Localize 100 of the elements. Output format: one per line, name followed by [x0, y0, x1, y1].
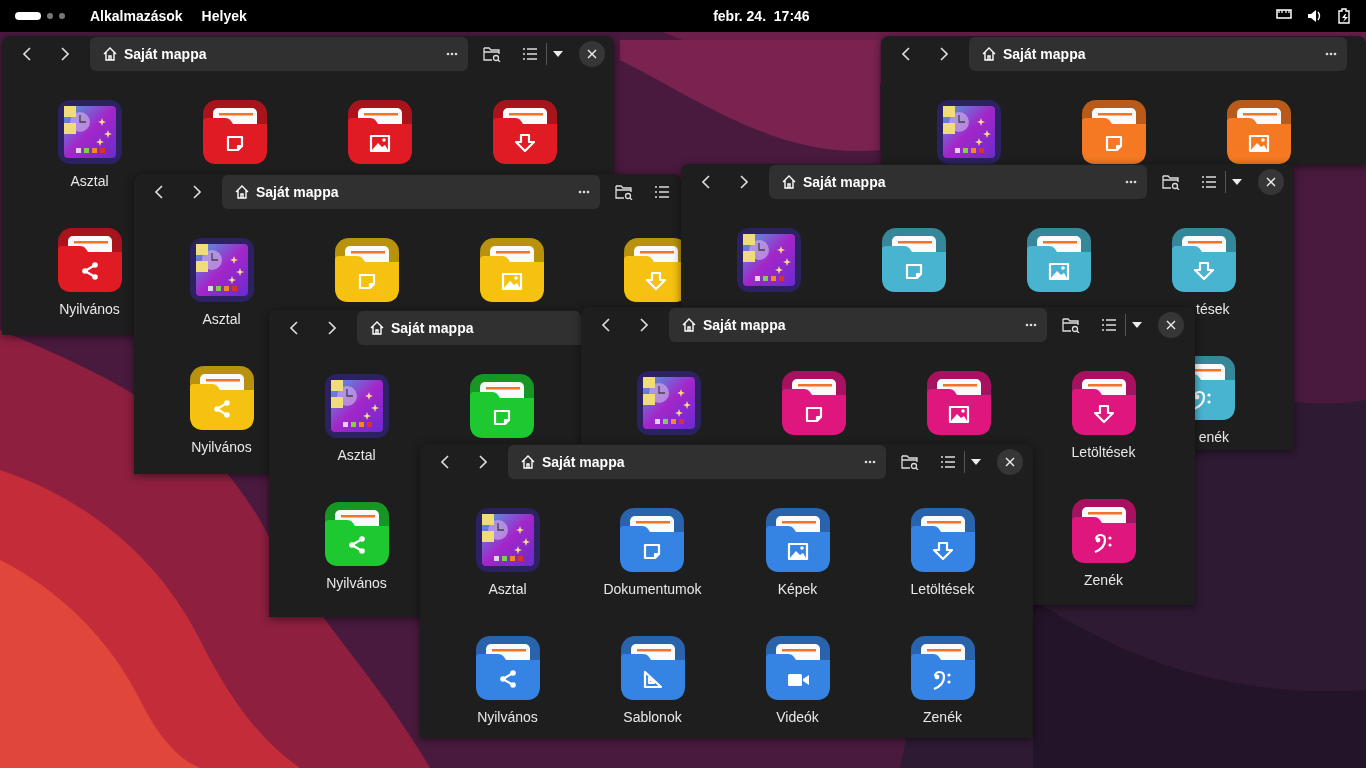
path-bar[interactable]: Saját mappa: [90, 37, 468, 71]
folder-item[interactable]: Nyilvános: [57, 228, 122, 319]
forward-icon: [479, 455, 487, 469]
back-icon: [23, 47, 31, 61]
document-folder-icon: [620, 508, 685, 572]
document-folder-icon: [334, 238, 399, 302]
camera-folder-icon: [765, 636, 830, 700]
path-bar[interactable]: Saját mappa: [969, 37, 1347, 71]
folder-item[interactable]: [1226, 100, 1291, 164]
folder-item[interactable]: Asztal: [189, 238, 254, 329]
folder-item[interactable]: [334, 238, 399, 302]
battery-icon[interactable]: [1338, 8, 1350, 24]
folder-item[interactable]: Dokumentumok: [603, 508, 702, 599]
top-menu[interactable]: Helyek: [201, 6, 247, 26]
download-folder-icon: [1171, 228, 1236, 292]
back-icon: [441, 455, 449, 469]
folder-item[interactable]: [479, 238, 544, 302]
back-icon: [602, 318, 610, 332]
back-icon: [702, 175, 710, 189]
back-icon: [902, 47, 910, 61]
forward-icon: [328, 321, 336, 335]
desktop-icon: [475, 508, 540, 572]
close-button[interactable]: [1258, 169, 1284, 195]
document-folder-icon: [469, 374, 534, 438]
path-bar[interactable]: Saját mappa: [669, 308, 1047, 342]
path-bar[interactable]: Saját mappa: [222, 175, 600, 209]
home-icon: [781, 174, 797, 190]
folder-item[interactable]: [1081, 100, 1146, 164]
close-icon: [1266, 177, 1276, 187]
folder-item[interactable]: [881, 228, 946, 292]
folder-item[interactable]: Videók: [765, 636, 830, 727]
download-folder-icon: [1071, 371, 1136, 435]
back-icon: [155, 185, 163, 199]
clock[interactable]: febr. 24. 17:46: [713, 6, 810, 26]
close-button[interactable]: [997, 449, 1023, 475]
close-icon: [1005, 457, 1015, 467]
folder-item[interactable]: [936, 100, 1001, 164]
document-folder-icon: [1081, 100, 1146, 164]
image-folder-icon: [765, 508, 830, 572]
desktop-icon: [736, 228, 801, 292]
folder-item[interactable]: [636, 371, 701, 435]
download-folder-icon: [910, 508, 975, 572]
folder-item[interactable]: [781, 371, 846, 435]
folder-item[interactable]: Asztal: [324, 374, 389, 465]
folder-item[interactable]: [736, 228, 801, 292]
desktop-icon: [324, 374, 389, 438]
folder-item[interactable]: Asztal: [475, 508, 540, 599]
folder-item[interactable]: [1026, 228, 1091, 292]
folder-search-icon: [901, 454, 919, 470]
share-folder-icon: [189, 366, 254, 430]
folder-item[interactable]: Zenék: [910, 636, 975, 727]
close-button[interactable]: [579, 41, 605, 67]
top-menu[interactable]: Alkalmazások: [90, 6, 183, 26]
folder-item[interactable]: [492, 100, 557, 164]
path-bar[interactable]: Saját mappa: [508, 445, 886, 479]
path-bar[interactable]: Saját mappa: [357, 311, 581, 345]
path-bar[interactable]: Saját mappa: [769, 165, 1147, 199]
folder-search-icon: [1162, 174, 1180, 190]
caret-icon: [553, 51, 563, 57]
more-icon: [1025, 323, 1037, 327]
folder-item[interactable]: Letöltések: [910, 508, 975, 599]
path-title: Saját mappa: [1003, 45, 1086, 64]
folder-item[interactable]: Nyilvános: [324, 502, 389, 593]
home-icon: [981, 46, 997, 62]
folder-item[interactable]: [469, 374, 534, 438]
folder-item[interactable]: [624, 238, 681, 302]
image-folder-icon: [926, 371, 991, 435]
folder-item[interactable]: Zenék: [1071, 499, 1136, 590]
home-icon: [520, 454, 536, 470]
folder-item[interactable]: Asztal: [57, 100, 122, 191]
forward-icon: [940, 47, 948, 61]
desktop-icon: [189, 238, 254, 302]
folder-item[interactable]: Sablonok: [620, 636, 685, 727]
folder-item[interactable]: [926, 371, 991, 435]
folder-item[interactable]: [347, 100, 412, 164]
folder-item[interactable]: Nyilvános: [475, 636, 540, 727]
back-icon: [290, 321, 298, 335]
forward-icon: [61, 47, 69, 61]
folder-item[interactable]: Képek: [765, 508, 830, 599]
home-icon: [234, 184, 250, 200]
folder-item[interactable]: [202, 100, 267, 164]
more-icon: [1325, 52, 1337, 56]
more-icon: [578, 190, 590, 194]
document-folder-icon: [202, 100, 267, 164]
more-icon: [1125, 180, 1137, 184]
volume-icon[interactable]: [1307, 9, 1323, 23]
folder-item[interactable]: tések: [1171, 228, 1236, 319]
clef-folder-icon: [1071, 499, 1136, 563]
path-title: Saját mappa: [703, 316, 786, 335]
folder-item[interactable]: Letöltések: [1071, 371, 1136, 462]
home-icon: [369, 320, 385, 336]
ruler-folder-icon: [620, 636, 685, 700]
share-folder-icon: [324, 502, 389, 566]
close-button[interactable]: [1158, 312, 1184, 338]
clef-folder-icon: [910, 636, 975, 700]
document-folder-icon: [881, 228, 946, 292]
caret-icon: [971, 459, 981, 465]
more-icon: [446, 52, 458, 56]
close-icon: [587, 49, 597, 59]
folder-item[interactable]: Nyilvános: [189, 366, 254, 457]
